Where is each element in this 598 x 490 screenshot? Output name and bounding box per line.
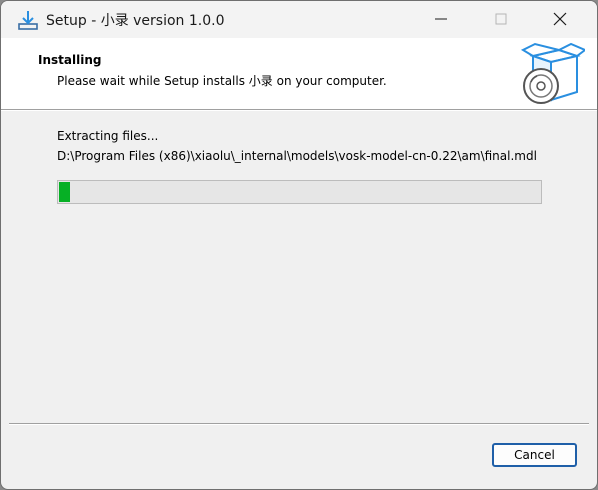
page-subtitle: Please wait while Setup installs 小录 on y…	[57, 74, 387, 88]
install-box-disc-icon	[519, 42, 587, 106]
maximize-button[interactable]	[478, 1, 524, 38]
window-title: Setup - 小录 version 1.0.0	[46, 13, 225, 29]
title-bar[interactable]: Setup - 小录 version 1.0.0	[1, 1, 597, 38]
minimize-icon	[435, 18, 447, 20]
current-file-path: D:\Program Files (x86)\xiaolu\_internal\…	[57, 149, 537, 163]
header-divider	[1, 109, 597, 111]
page-title: Installing	[38, 53, 102, 67]
close-button[interactable]	[537, 1, 583, 38]
status-text: Extracting files...	[57, 129, 159, 143]
close-icon	[553, 12, 567, 26]
progress-bar-fill	[59, 182, 70, 202]
installer-window: Setup - 小录 version 1.0.0 Installing Plea…	[0, 0, 598, 490]
minimize-button[interactable]	[418, 1, 464, 38]
progress-bar	[57, 180, 542, 204]
cancel-button[interactable]: Cancel	[492, 443, 577, 467]
maximize-icon	[495, 13, 507, 25]
footer-divider	[9, 423, 589, 425]
setup-download-icon	[17, 9, 39, 31]
wizard-header: Installing Please wait while Setup insta…	[1, 38, 597, 109]
